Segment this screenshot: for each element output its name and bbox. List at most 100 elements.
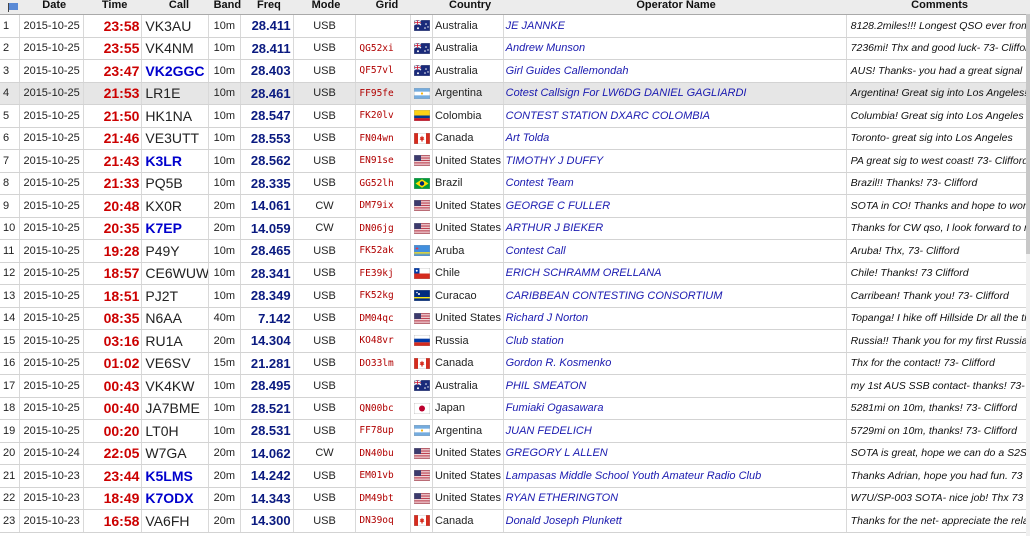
callsign[interactable]: K5LMS <box>142 465 210 487</box>
table-row[interactable]: 12 2015-10-25 18:57 CE6WUW 10m 28.341 USB FE39k… <box>0 262 1030 285</box>
table-row[interactable]: 13 2015-10-25 18:51 PJ2T 10m 28.349 USB FK52kg C… <box>0 285 1030 308</box>
operator-name[interactable]: Lampasas Middle School Youth Amateur Rad… <box>504 465 847 487</box>
header-band[interactable]: Band <box>212 0 243 14</box>
callsign[interactable]: VE6SV <box>142 352 210 374</box>
table-row[interactable]: 1 2015-10-25 23:58 VK3AU 10m 28.411 USB Austral… <box>0 15 1030 38</box>
operator-name[interactable]: GEORGE C FULLER <box>504 195 847 217</box>
grid-square <box>356 15 412 37</box>
operator-name[interactable]: Richard J Norton <box>504 307 847 329</box>
operator-name[interactable]: RYAN ETHERINGTON <box>504 487 847 509</box>
callsign[interactable]: VA6FH <box>142 510 210 532</box>
operator-name[interactable]: CARIBBEAN CONTESTING CONSORTIUM <box>504 285 847 307</box>
table-row[interactable]: 7 2015-10-25 21:43 K3LR 10m 28.562 USB EN91se Un… <box>0 150 1030 173</box>
callsign[interactable]: W7GA <box>142 442 210 464</box>
header-time[interactable]: Time <box>86 0 143 14</box>
header-country[interactable]: Country <box>435 0 505 14</box>
table-row[interactable]: 18 2015-10-25 00:40 JA7BME 10m 28.521 USB QN00b… <box>0 397 1030 420</box>
table-row[interactable]: 10 2015-10-25 20:35 K7EP 20m 14.059 CW DN06jg Un… <box>0 217 1030 240</box>
callsign[interactable]: N6AA <box>142 307 210 329</box>
table-row[interactable]: 23 2015-10-23 16:58 VA6FH 20m 14.300 USB DN39oq… <box>0 510 1030 533</box>
header-grid[interactable]: Grid <box>357 0 414 14</box>
operator-name[interactable]: Andrew Munson <box>504 37 847 59</box>
callsign[interactable]: VK2GGC <box>142 60 210 82</box>
callsign[interactable]: LT0H <box>142 420 210 442</box>
mode: USB <box>294 352 357 374</box>
qso-date: 2015-10-23 <box>20 465 85 487</box>
operator-name[interactable]: Contest Team <box>504 172 847 194</box>
aruba-flag-icon <box>413 245 430 257</box>
callsign[interactable]: P49Y <box>142 240 210 262</box>
band: 10m <box>209 150 241 172</box>
operator-name[interactable]: JE JANNKE <box>504 15 847 37</box>
table-row[interactable]: 21 2015-10-23 23:44 K5LMS 20m 14.242 USB EM01vb… <box>0 465 1030 488</box>
callsign[interactable]: JA7BME <box>142 397 210 419</box>
callsign[interactable]: VK4NM <box>142 37 210 59</box>
callsign[interactable]: PJ2T <box>142 285 210 307</box>
table-row[interactable]: 19 2015-10-25 00:20 LT0H 10m 28.531 USB FF78up A… <box>0 420 1030 443</box>
table-row[interactable]: 5 2015-10-25 21:50 HK1NA 10m 28.547 USB FK20lv C… <box>0 105 1030 128</box>
country: Canada <box>433 510 504 532</box>
table-row[interactable]: 11 2015-10-25 19:28 P49Y 10m 28.465 USB FK52ak A… <box>0 240 1030 263</box>
table-row[interactable]: 6 2015-10-25 21:46 VE3UTT 10m 28.553 USB FN04wn… <box>0 127 1030 150</box>
operator-name[interactable]: ARTHUR J BIEKER <box>504 217 847 239</box>
operator-name[interactable]: Club station <box>504 330 847 352</box>
grid-square: EN91se <box>356 150 412 172</box>
frequency: 28.495 <box>241 375 294 397</box>
operator-name[interactable]: Fumiaki Ogasawara <box>504 397 847 419</box>
qso-date: 2015-10-25 <box>20 285 85 307</box>
header-freq[interactable]: Freq <box>243 0 295 14</box>
operator-name[interactable]: TIMOTHY J DUFFY <box>504 150 847 172</box>
usa-flag-icon <box>413 492 430 504</box>
callsign[interactable]: VK4KW <box>142 375 210 397</box>
table-row[interactable]: 8 2015-10-25 21:33 PQ5B 10m 28.335 USB GG52lh Br… <box>0 172 1030 195</box>
table-row[interactable]: 14 2015-10-25 08:35 N6AA 40m 7.142 USB DM04qc Un… <box>0 307 1030 330</box>
operator-name[interactable]: Cotest Callsign For LW6DG DANIEL GAGLIAR… <box>504 82 847 104</box>
operator-name[interactable]: Girl Guides Callemondah <box>504 60 847 82</box>
operator-name[interactable]: Contest Call <box>504 240 847 262</box>
operator-name[interactable]: Gordon R. Kosmenko <box>504 352 847 374</box>
scrollbar-thumb[interactable] <box>1026 14 1030 254</box>
comment: Chile! Thanks! 73 Clifford <box>850 267 969 280</box>
callsign[interactable]: K7ODX <box>142 487 210 509</box>
header-flag-icon[interactable] <box>0 0 22 14</box>
callsign[interactable]: VE3UTT <box>142 127 210 149</box>
callsign[interactable]: CE6WUW <box>142 262 210 284</box>
australia-flag-icon <box>413 20 430 32</box>
operator-name[interactable]: CONTEST STATION DXARC COLOMBIA <box>504 105 847 127</box>
comment: AUS! Thanks- you had a great signal <box>850 64 1023 77</box>
operator-name[interactable]: ERICH SCHRAMM ORELLANA <box>504 262 847 284</box>
table-row[interactable]: 20 2015-10-24 22:05 W7GA 20m 14.062 CW DN40bu Un… <box>0 442 1030 465</box>
header-call[interactable]: Call <box>143 0 212 14</box>
qso-date: 2015-10-25 <box>20 330 85 352</box>
table-row[interactable]: 16 2015-10-25 01:02 VE6SV 15m 21.281 USB DO33lm… <box>0 352 1030 375</box>
table-row[interactable]: 3 2015-10-25 23:47 VK2GGC 10m 28.403 USB QF57vl… <box>0 60 1030 83</box>
callsign[interactable]: PQ5B <box>142 172 210 194</box>
grid-square: FF95fe <box>356 82 412 104</box>
frequency: 14.062 <box>241 442 294 464</box>
callsign[interactable]: KX0R <box>142 195 210 217</box>
table-row[interactable]: 2 2015-10-25 23:55 VK4NM 10m 28.411 USB QG52xi A… <box>0 37 1030 60</box>
table-row[interactable]: 17 2015-10-25 00:43 VK4KW 10m 28.495 USB Austra… <box>0 375 1030 398</box>
callsign[interactable]: HK1NA <box>142 105 210 127</box>
table-row[interactable]: 9 2015-10-25 20:48 KX0R 20m 14.061 CW DM79ix Uni… <box>0 195 1030 218</box>
table-row[interactable]: 22 2015-10-23 18:49 K7ODX 20m 14.343 USB DM49bt… <box>0 487 1030 510</box>
header-date[interactable]: Date <box>22 0 86 14</box>
operator-name[interactable]: JUAN FEDELICH <box>504 420 847 442</box>
band: 10m <box>209 82 241 104</box>
table-row[interactable]: 15 2015-10-25 03:16 RU1A 20m 14.304 USB KO48vr R… <box>0 330 1030 353</box>
callsign[interactable]: K7EP <box>142 217 210 239</box>
callsign[interactable]: RU1A <box>142 330 210 352</box>
operator-name[interactable]: Art Tolda <box>504 127 847 149</box>
table-row[interactable]: 4 2015-10-25 21:53 LR1E 10m 28.461 USB FF95fe Ar… <box>0 82 1030 105</box>
callsign[interactable]: VK3AU <box>142 15 210 37</box>
header-mode[interactable]: Mode <box>295 0 357 14</box>
callsign[interactable]: LR1E <box>142 82 210 104</box>
frequency: 28.521 <box>241 397 294 419</box>
operator-name[interactable]: GREGORY L ALLEN <box>504 442 847 464</box>
header-comments[interactable]: Comments <box>845 0 1030 14</box>
callsign[interactable]: K3LR <box>142 150 210 172</box>
operator-name[interactable]: PHIL SMEATON <box>504 375 847 397</box>
operator-name[interactable]: Donald Joseph Plunkett <box>504 510 847 532</box>
qso-date: 2015-10-25 <box>20 172 85 194</box>
header-operator[interactable]: Operator Name <box>505 0 845 14</box>
